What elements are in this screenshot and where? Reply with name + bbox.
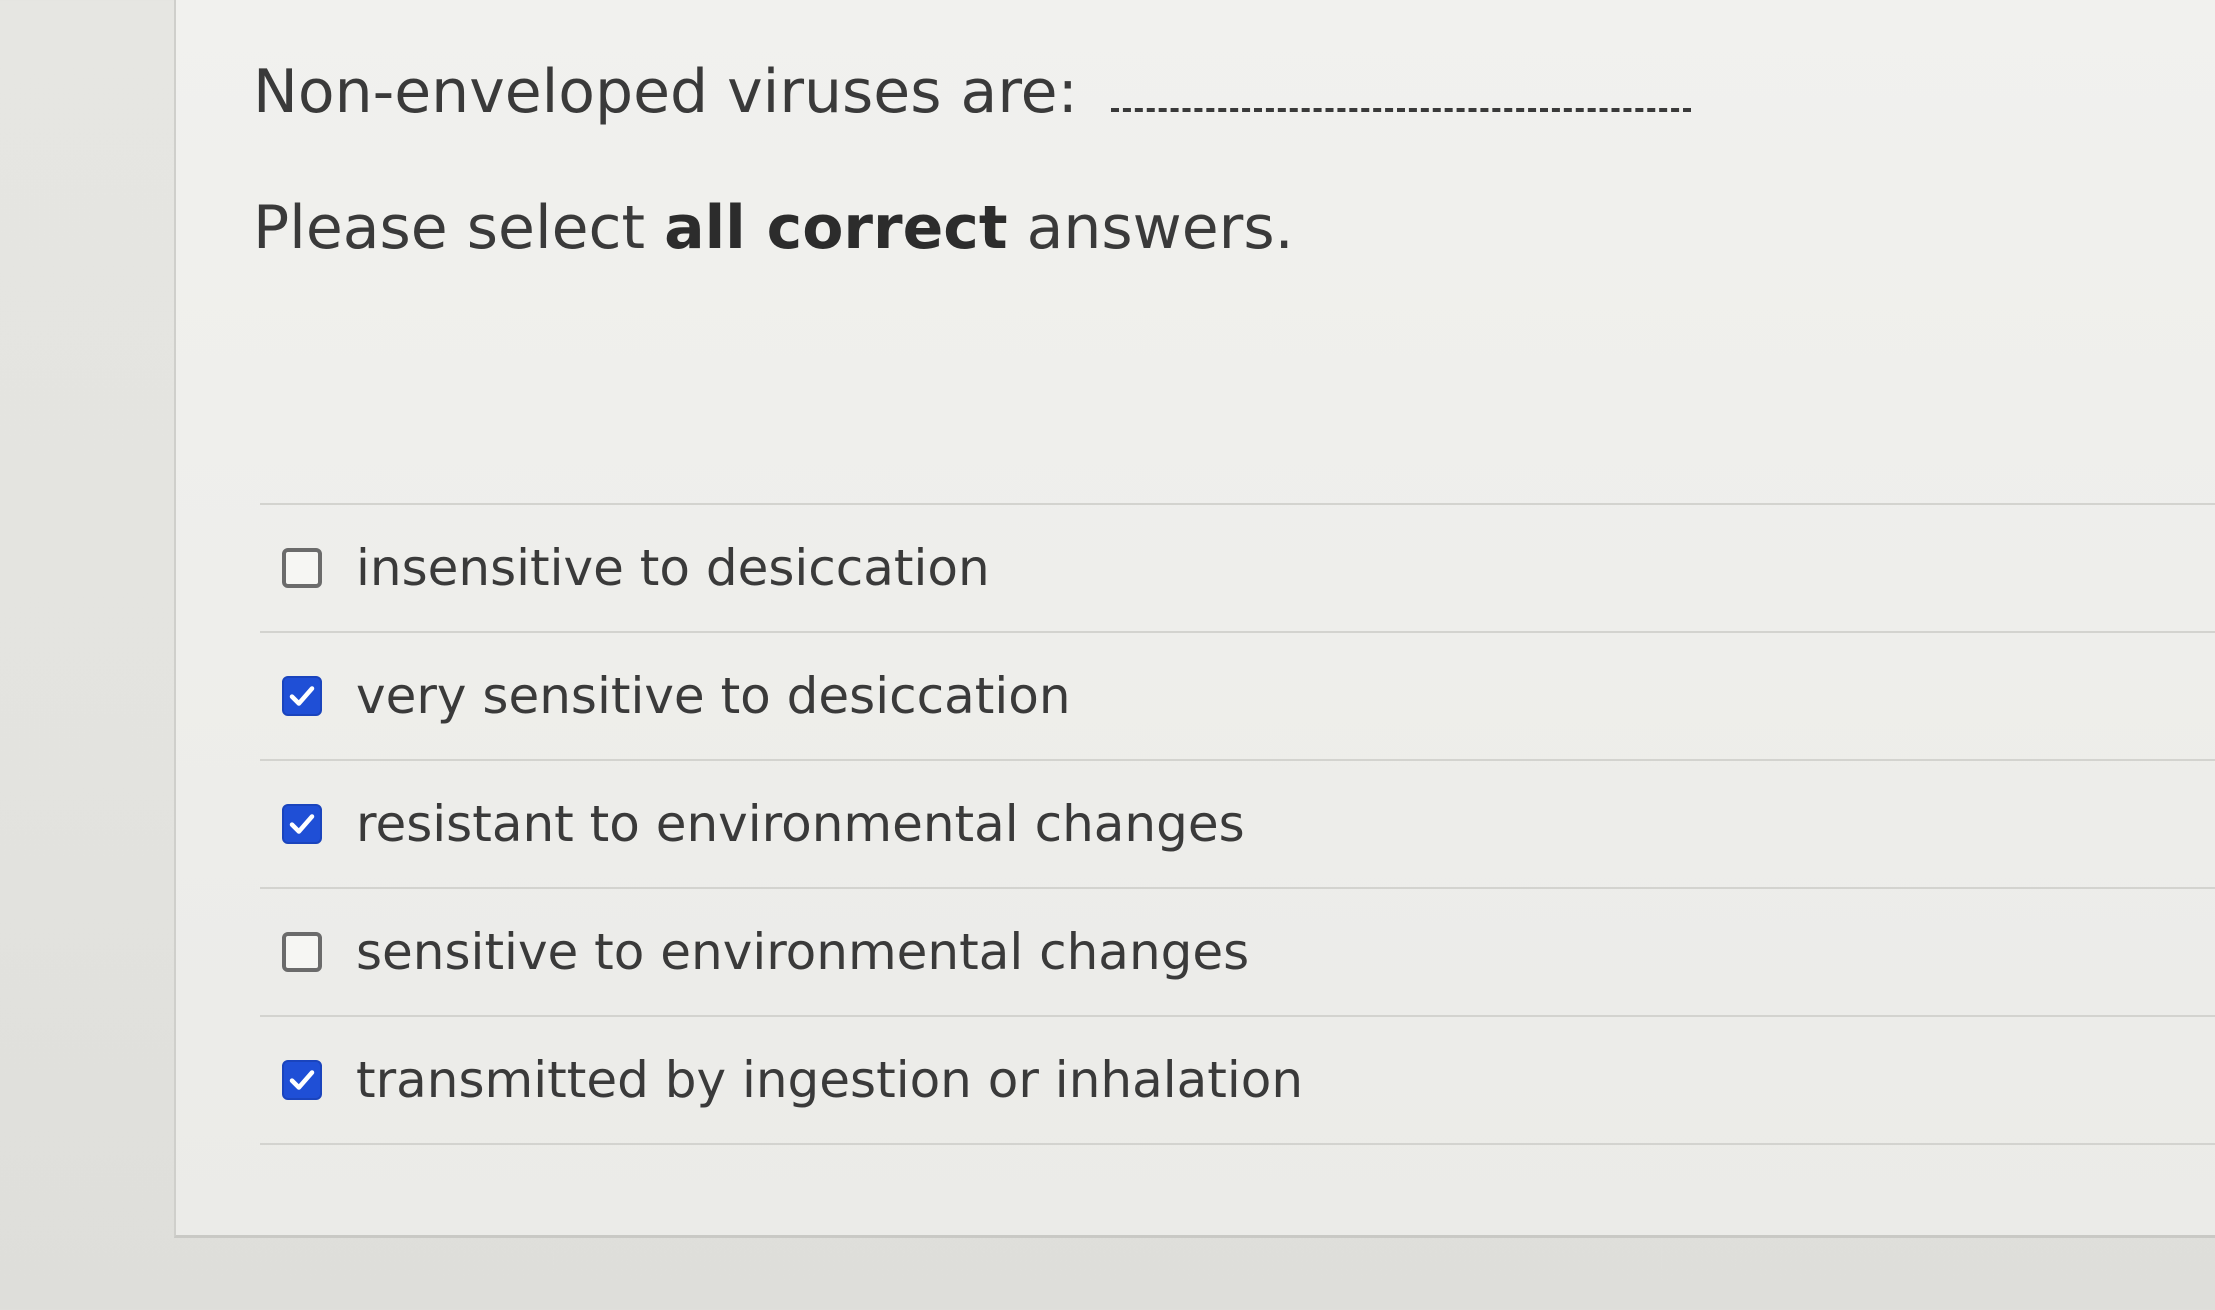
option-label: insensitive to desiccation xyxy=(356,539,990,597)
option-label: resistant to environmental changes xyxy=(356,795,1245,853)
option-label: very sensitive to desiccation xyxy=(356,667,1071,725)
checkmark-icon xyxy=(289,814,315,834)
question-prompt: Non-enveloped viruses are: xyxy=(253,57,1078,127)
answer-blank xyxy=(1110,46,1691,112)
instruction-emphasis: all correct xyxy=(664,193,1008,263)
checkmark-icon xyxy=(289,686,315,706)
instruction-prefix: Please select xyxy=(253,193,665,263)
answer-option-2[interactable]: very sensitive to desiccation xyxy=(260,633,2215,761)
answer-option-5[interactable]: transmitted by ingestion or inhalation xyxy=(260,1017,2215,1145)
answer-options-list: insensitive to desiccation very sensitiv… xyxy=(260,503,2215,1145)
instruction-text: Please select all correct answers. xyxy=(253,188,1294,268)
option-checkbox[interactable] xyxy=(282,1060,322,1100)
instruction-suffix: answers. xyxy=(1007,193,1294,263)
answer-option-1[interactable]: insensitive to desiccation xyxy=(260,505,2215,633)
answer-option-3[interactable]: resistant to environmental changes xyxy=(260,761,2215,889)
checkmark-icon xyxy=(289,1070,315,1090)
option-checkbox[interactable] xyxy=(282,676,322,716)
option-checkbox[interactable] xyxy=(282,932,322,972)
answer-option-4[interactable]: sensitive to environmental changes xyxy=(260,889,2215,1017)
option-label: transmitted by ingestion or inhalation xyxy=(356,1051,1304,1109)
option-label: sensitive to environmental changes xyxy=(356,923,1250,981)
question-prompt-line: Non-enveloped viruses are: xyxy=(253,46,1691,132)
option-checkbox[interactable] xyxy=(282,548,322,588)
option-checkbox[interactable] xyxy=(282,804,322,844)
question-card: Non-enveloped viruses are: Please select… xyxy=(174,0,2215,1238)
